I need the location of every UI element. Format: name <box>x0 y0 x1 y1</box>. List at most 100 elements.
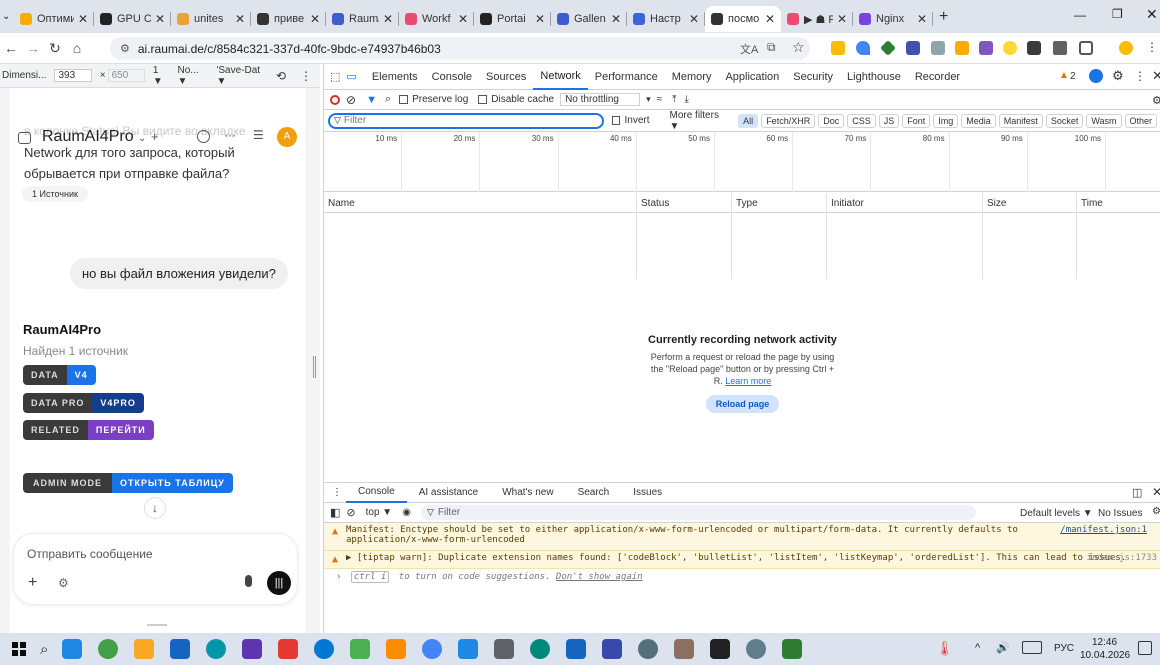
chip-admin-mode[interactable]: ADMIN MODE ОТКРЫТЬ ТАБЛИЦУ <box>23 473 233 493</box>
tab-close-icon[interactable]: ✕ <box>689 12 699 26</box>
taskbar-app-icon[interactable] <box>458 639 479 659</box>
start-icon[interactable] <box>12 642 26 656</box>
type-filter-doc[interactable]: Doc <box>818 113 845 128</box>
minimize-button[interactable]: — <box>1074 8 1086 22</box>
extension-icon[interactable] <box>955 41 969 55</box>
chip-data[interactable]: DATA V4 <box>23 365 96 385</box>
tab-close-icon[interactable]: ✕ <box>535 12 545 26</box>
more-icon[interactable]: ··· <box>224 128 236 142</box>
tab-close-icon[interactable]: ✕ <box>155 12 165 26</box>
tab-close-icon[interactable]: ✕ <box>235 12 245 26</box>
attach-icon[interactable]: + <box>28 574 37 592</box>
console-clear-icon[interactable]: ⊘ <box>346 506 355 519</box>
ai-assist-icon[interactable] <box>1089 69 1103 83</box>
devtools-menu-icon[interactable]: ⋮ <box>1134 69 1146 83</box>
console-filter-input[interactable]: ▽ Filter <box>420 505 976 520</box>
translate-icon[interactable]: 文A <box>740 41 758 57</box>
browser-tab[interactable]: Portai ✕ <box>474 6 551 32</box>
taskbar-app-icon[interactable] <box>638 639 659 659</box>
type-filter-js[interactable]: JS <box>878 113 900 128</box>
sources-badge[interactable]: 1 Источник <box>22 186 88 202</box>
voice-mode-button[interactable]: ||| <box>267 571 291 595</box>
devtools-tab-network[interactable]: Network <box>533 64 588 90</box>
tab-close-icon[interactable]: ✕ <box>917 12 927 26</box>
more-filters-dropdown[interactable]: More filters ▼ <box>670 110 727 132</box>
taskbar-app-icon[interactable] <box>206 639 227 659</box>
clear-icon[interactable]: ⊘ <box>346 93 356 107</box>
close-devtools-icon[interactable]: ✕ <box>1152 68 1160 84</box>
taskbar-app-icon[interactable] <box>782 639 803 659</box>
devtools-tab-console[interactable]: Console <box>425 64 479 90</box>
drawer-tab-console[interactable]: Console <box>346 483 407 503</box>
browser-tab[interactable]: Оптими ✕ <box>14 6 94 32</box>
taskbar-app-icon[interactable] <box>278 639 299 659</box>
extension-icon[interactable] <box>831 41 845 55</box>
extension-icon[interactable] <box>906 41 920 55</box>
taskbar-app-icon[interactable] <box>494 639 515 659</box>
extension-icon[interactable] <box>1003 41 1017 55</box>
type-filter-img[interactable]: Img <box>933 113 959 128</box>
warnings-count[interactable]: 2 <box>1070 71 1076 82</box>
browser-tab[interactable]: GPU C ✕ <box>94 6 171 32</box>
message-input[interactable]: Отправить сообщение <box>27 547 153 561</box>
browser-tab[interactable]: Настр ✕ <box>627 6 705 32</box>
taskbar-app-icon[interactable] <box>170 639 191 659</box>
rotate-icon[interactable]: ⟲ <box>276 69 286 83</box>
source-link[interactable]: index.js:1733 <box>1087 553 1157 563</box>
search-icon[interactable]: ⌕ <box>40 641 48 658</box>
extension-icon[interactable] <box>856 41 870 55</box>
network-settings-icon[interactable]: ⚙ <box>1152 94 1160 107</box>
close-window-button[interactable]: ✕ <box>1146 6 1158 23</box>
preserve-log-checkbox[interactable] <box>399 95 409 104</box>
reload-icon[interactable]: ↻ <box>44 40 66 57</box>
chip-data-pro[interactable]: DATA PRO V4PRO <box>23 393 144 413</box>
microphone-icon[interactable] <box>245 575 252 587</box>
type-filter-all[interactable]: All <box>738 113 759 128</box>
device-select[interactable]: Dimensi... <box>2 70 46 81</box>
export-har-icon[interactable]: ⤓ <box>685 94 689 105</box>
clock-time[interactable]: 12:46 <box>1092 637 1117 648</box>
type-filter-css[interactable]: CSS <box>847 113 876 128</box>
taskbar-app-icon[interactable] <box>710 639 731 659</box>
throttling-chevron-icon[interactable]: ▾ <box>646 94 651 105</box>
settings-gear-icon[interactable]: ⚙ <box>1112 68 1124 84</box>
device-more-icon[interactable]: ⋮ <box>300 69 312 83</box>
bookmark-star-icon[interactable]: ☆ <box>792 39 805 56</box>
thermometer-icon[interactable]: 🌡 <box>936 640 954 657</box>
warning-icon[interactable]: ▲ <box>1059 70 1069 81</box>
taskbar-app-icon[interactable] <box>98 639 119 659</box>
record-icon[interactable] <box>330 94 340 105</box>
taskbar-app-icon[interactable] <box>422 639 443 659</box>
save-data-select[interactable]: 'Save-Dat ▼ <box>216 65 267 87</box>
site-settings-icon[interactable]: ⚙ <box>120 42 130 55</box>
devtools-tab-sources[interactable]: Sources <box>479 64 533 90</box>
column-header-initiator[interactable]: Initiator <box>826 193 982 279</box>
browser-tab[interactable]: Nginx ✕ <box>853 6 933 32</box>
browser-tab[interactable]: ▶ ☗ F ✕ <box>781 6 853 32</box>
browser-tab[interactable]: unites ✕ <box>171 6 251 32</box>
profile-icon[interactable] <box>1119 41 1133 55</box>
taskbar-app-icon[interactable] <box>386 639 407 659</box>
taskbar-app-icon[interactable] <box>350 639 371 659</box>
type-filter-font[interactable]: Font <box>902 113 931 128</box>
extension-icon[interactable] <box>1027 41 1041 55</box>
forward-icon[interactable]: → <box>22 40 44 56</box>
reload-page-button[interactable]: Reload page <box>705 395 780 413</box>
drawer-tab-ai-assistance[interactable]: AI assistance <box>407 483 490 503</box>
tab-close-icon[interactable]: ✕ <box>78 12 88 26</box>
devtools-tab-application[interactable]: Application <box>718 64 786 90</box>
type-filter-fetch-xhr[interactable]: Fetch/XHR <box>761 113 816 128</box>
clock-date[interactable]: 10.04.2026 <box>1080 650 1130 661</box>
context-select[interactable]: top ▼ <box>366 507 393 518</box>
taskbar-app-icon[interactable] <box>530 639 551 659</box>
taskbar-app-icon[interactable] <box>62 639 83 659</box>
tab-search-chevron-icon[interactable]: ⌄ <box>2 11 14 22</box>
drawer-tab-what-s-new[interactable]: What's new <box>490 483 565 503</box>
home-icon[interactable]: ⌂ <box>66 40 88 56</box>
devtools-tab-security[interactable]: Security <box>786 64 840 90</box>
taskbar-app-icon[interactable] <box>566 639 587 659</box>
close-drawer-icon[interactable]: ✕ <box>1152 485 1160 499</box>
network-filter-input[interactable]: ▽ Filter <box>328 112 605 129</box>
devtools-tab-elements[interactable]: Elements <box>365 64 425 90</box>
column-header-status[interactable]: Status <box>636 193 731 279</box>
